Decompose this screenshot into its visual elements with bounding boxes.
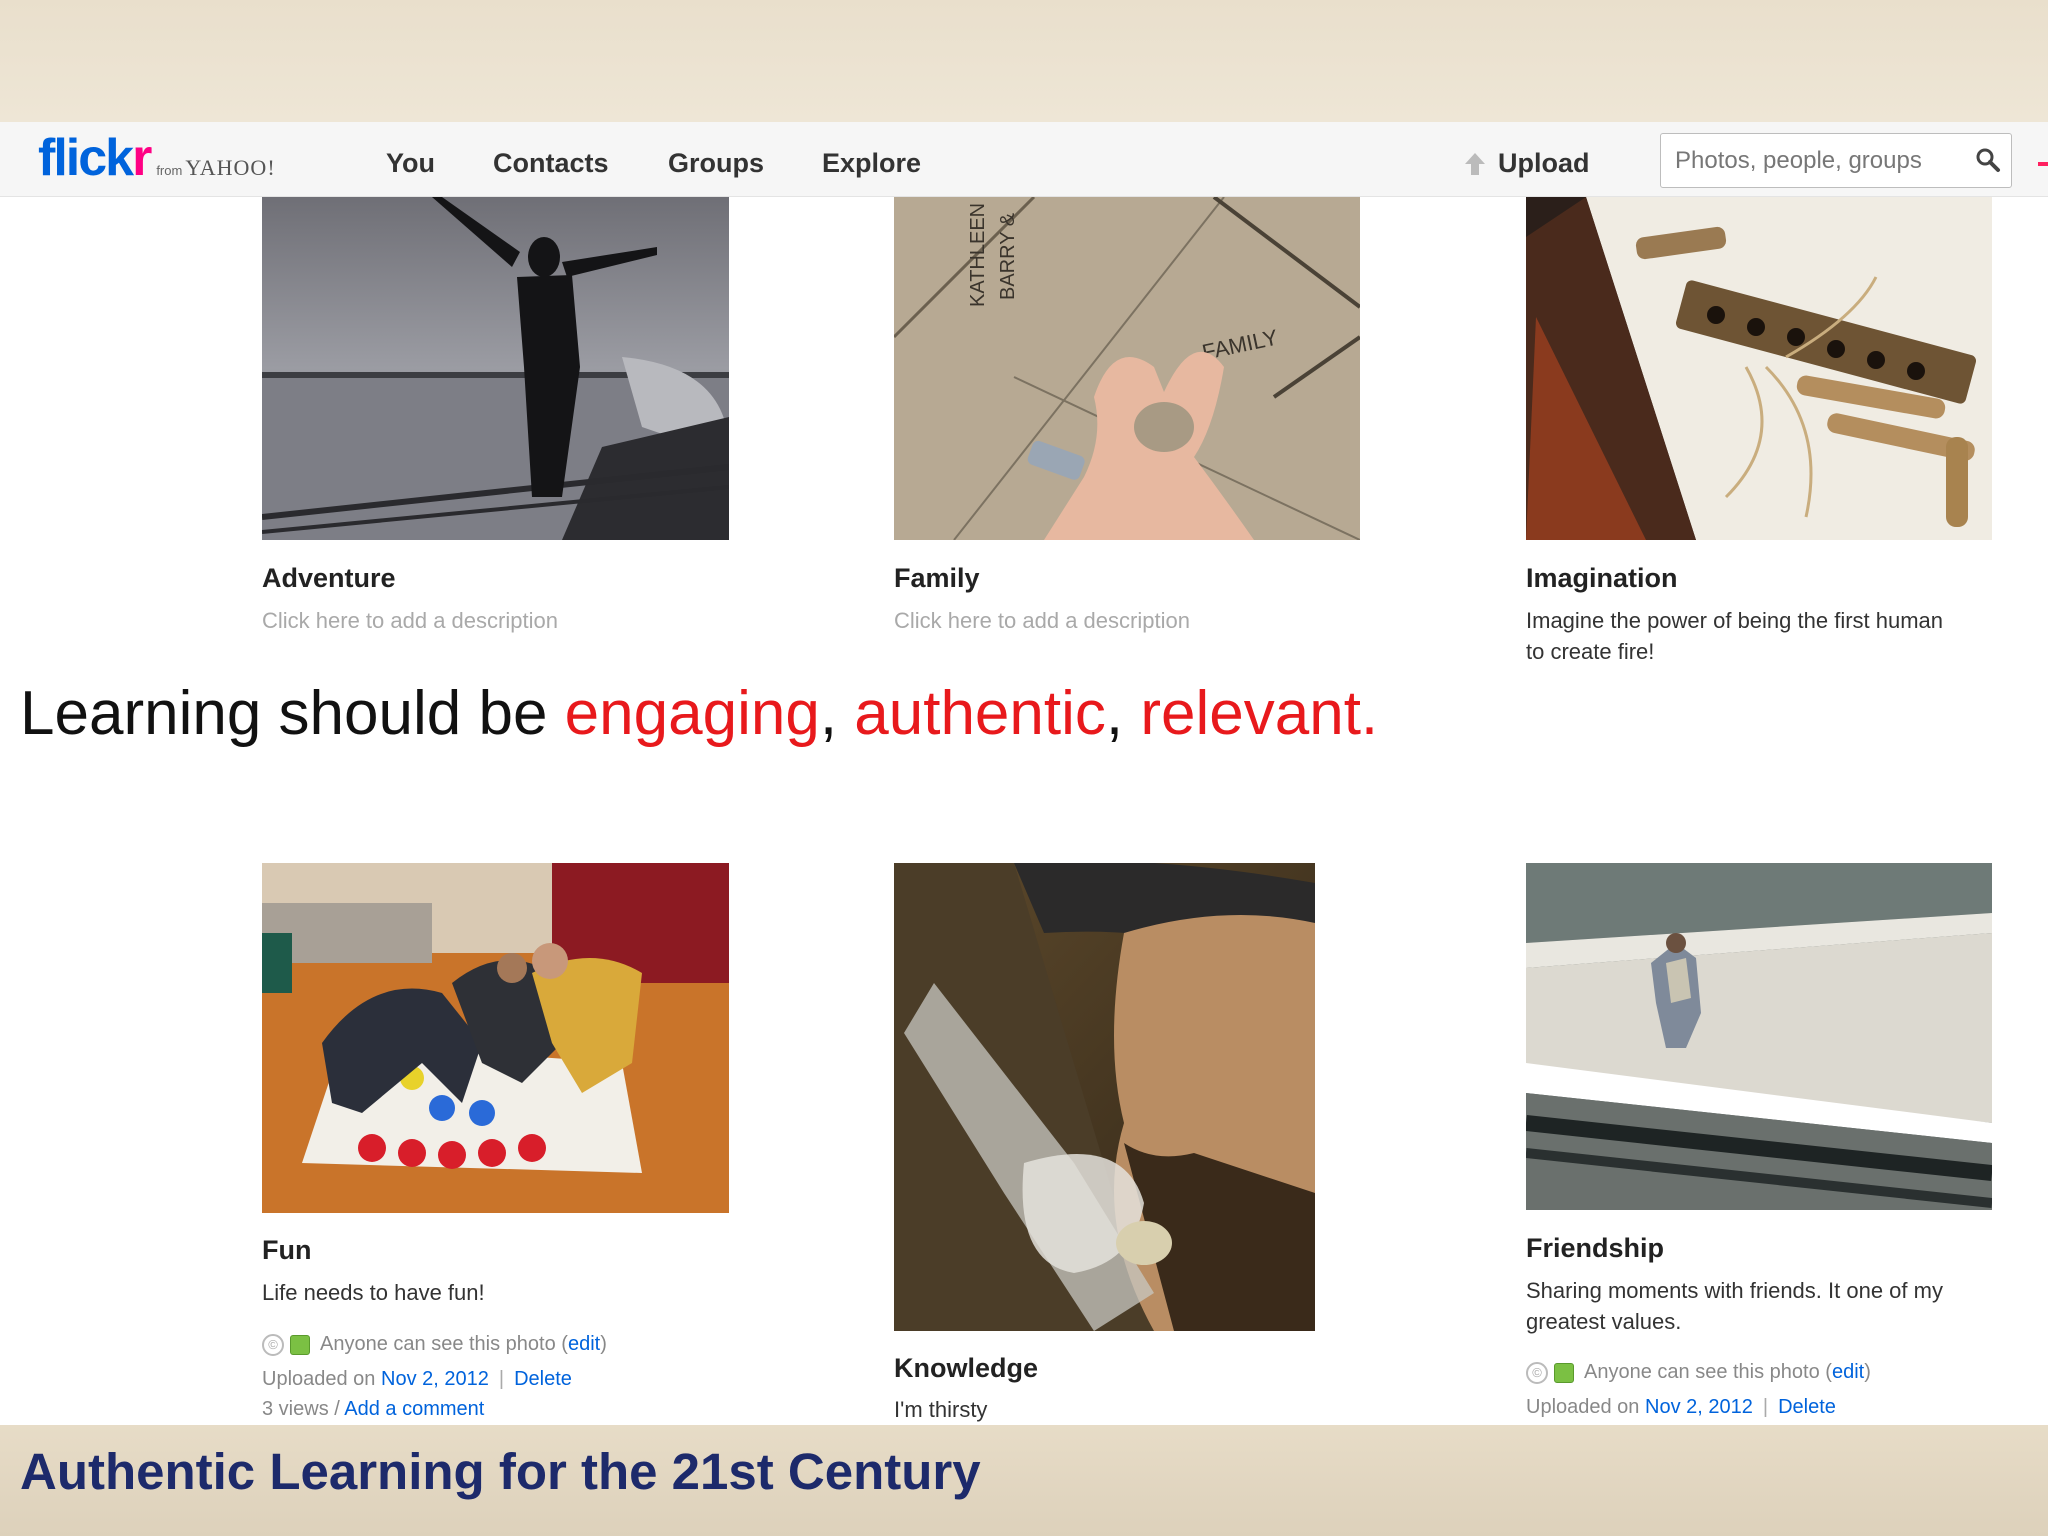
separator: |	[1762, 1396, 1769, 1418]
separator: |	[498, 1368, 505, 1390]
photo-title: Knowledge	[894, 1353, 1039, 1383]
logo-r-text: r	[132, 129, 152, 187]
headline-comma: ,	[1105, 679, 1141, 748]
photo-description-line1: Imagine the power of being the first hum…	[1526, 608, 1944, 633]
delete-link[interactable]: Delete	[1778, 1396, 1836, 1418]
photo-description: I'm thirsty	[894, 1397, 988, 1422]
headline-prefix: Learning should be	[20, 679, 565, 748]
visibility-text: Anyone can see this photo	[320, 1333, 556, 1355]
upload-arrow-icon	[1465, 152, 1485, 175]
privacy-public-icon	[1554, 1362, 1574, 1383]
nav-groups[interactable]: Groups	[668, 148, 764, 179]
photo-title: Imagination	[1526, 563, 1678, 593]
nav-you[interactable]: You	[386, 148, 435, 179]
photo-description[interactable]: Click here to add a description	[262, 605, 558, 636]
flickr-logo[interactable]: flick r from YAHOO!	[38, 128, 276, 187]
photo-family[interactable]: KATHLEEN BARRY & FAMILY	[894, 197, 1360, 540]
slide-headline: Learning should be engaging, authentic, …	[20, 678, 1378, 749]
photo-title: Family	[894, 563, 980, 593]
photo-views-info: 3 views / Add a comment	[262, 1394, 484, 1424]
nav-explore[interactable]: Explore	[822, 148, 921, 179]
photo-visibility: © Anyone can see this photo (edit)	[262, 1329, 607, 1359]
photo-upload-info: Uploaded on Nov 2, 2012 | Delete	[262, 1364, 572, 1394]
upload-date-link[interactable]: Nov 2, 2012	[381, 1368, 489, 1390]
views-text: 3 views /	[262, 1398, 340, 1420]
headline-word-relevant: relevant.	[1140, 679, 1379, 748]
photo-title: Adventure	[262, 563, 396, 593]
headline-comma: ,	[819, 679, 855, 748]
floor-text-barry: BARRY &	[997, 212, 1019, 300]
headline-word-engaging: engaging	[564, 679, 820, 748]
headline-word-authentic: authentic	[854, 679, 1106, 748]
photo-visibility: © Anyone can see this photo (edit)	[1526, 1357, 1871, 1387]
photo-knowledge[interactable]	[894, 863, 1315, 1331]
uploaded-on-text: Uploaded on	[1526, 1396, 1640, 1418]
photo-upload-info: Uploaded on Nov 2, 2012 | Delete	[1526, 1392, 1836, 1422]
photo-description: Life needs to have fun!	[262, 1280, 485, 1305]
copyright-icon: ©	[262, 1333, 284, 1356]
delete-link[interactable]: Delete	[514, 1368, 572, 1390]
edge-mark	[2038, 162, 2048, 166]
visibility-text: Anyone can see this photo	[1584, 1361, 1820, 1383]
photo-title: Fun	[262, 1235, 312, 1265]
logo-flick-text: flick	[38, 129, 134, 187]
search-icon[interactable]	[1975, 147, 2001, 173]
upload-button[interactable]: Upload	[1464, 148, 1590, 179]
photo-imagination[interactable]	[1526, 197, 1992, 540]
add-comment-link[interactable]: Add a comment	[344, 1398, 484, 1420]
photo-fun[interactable]	[262, 863, 729, 1213]
upload-label: Upload	[1498, 148, 1590, 178]
uploaded-on-text: Uploaded on	[262, 1368, 376, 1390]
photo-friendship[interactable]	[1526, 863, 1992, 1210]
slide-footer-title: Authentic Learning for the 21st Century	[20, 1443, 981, 1500]
photo-adventure[interactable]	[262, 197, 729, 540]
upload-date-link[interactable]: Nov 2, 2012	[1645, 1396, 1753, 1418]
photo-description-line1: Sharing moments with friends. It one of …	[1526, 1278, 1943, 1303]
edit-link[interactable]: edit	[1832, 1361, 1864, 1383]
photo-description[interactable]: Click here to add a description	[894, 605, 1190, 636]
photo-description-line2: to create fire!	[1526, 639, 1655, 664]
logo-yahoo-text: YAHOO!	[185, 155, 276, 180]
edit-link[interactable]: edit	[568, 1333, 600, 1355]
floor-text-kathleen: KATHLEEN	[967, 203, 989, 307]
photo-description-line2: greatest values.	[1526, 1309, 1682, 1334]
photo-title: Friendship	[1526, 1233, 1665, 1263]
search-input[interactable]	[1675, 134, 1965, 187]
nav-contacts[interactable]: Contacts	[493, 148, 609, 179]
logo-from-text: from	[156, 163, 183, 178]
copyright-icon: ©	[1526, 1361, 1548, 1384]
search-box	[1660, 133, 2012, 188]
slide-top-band	[0, 0, 2048, 122]
privacy-public-icon	[290, 1334, 310, 1355]
